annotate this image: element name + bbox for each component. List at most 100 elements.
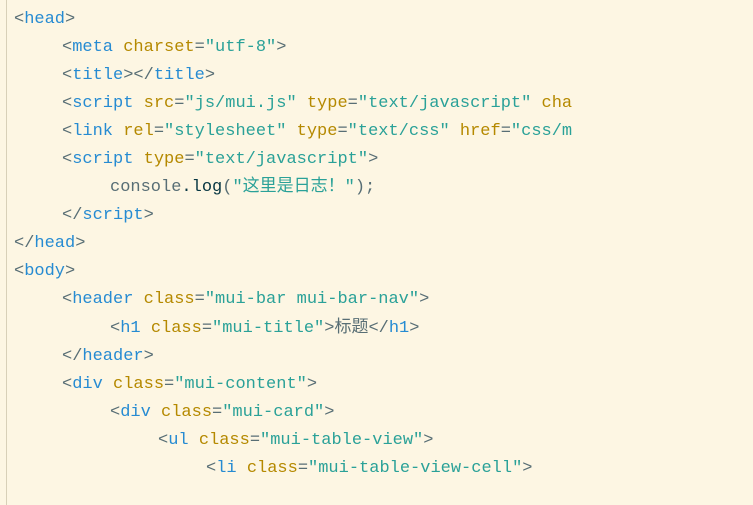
code-token: meta (72, 38, 123, 57)
code-token: > (324, 319, 334, 338)
code-token: > (144, 347, 154, 366)
code-token: rel (123, 122, 154, 141)
code-token: > (423, 431, 433, 450)
code-token: cha (542, 94, 573, 113)
code-token: = (184, 150, 194, 169)
code-token: ); (355, 178, 375, 197)
code-token: < (14, 10, 24, 29)
code-token: < (14, 262, 24, 281)
code-token: > (522, 459, 532, 478)
code-token: = (298, 459, 308, 478)
code-token: </ (14, 234, 34, 253)
code-token: > (144, 206, 154, 225)
code-token: type (144, 150, 185, 169)
code-token: type (297, 122, 338, 141)
code-block: <head><meta charset="utf-8"><title></tit… (0, 6, 753, 483)
code-token: < (62, 66, 72, 85)
code-token: class (144, 290, 195, 309)
code-token (531, 94, 541, 113)
code-token: body (24, 262, 65, 281)
code-token: script (72, 94, 143, 113)
code-token: < (62, 38, 72, 57)
code-token: < (62, 94, 72, 113)
code-token: > (276, 38, 286, 57)
code-token (286, 122, 296, 141)
code-token: = (195, 38, 205, 57)
code-token: script (72, 150, 143, 169)
code-token: < (158, 431, 168, 450)
code-token: head (34, 234, 75, 253)
code-token: > (409, 319, 419, 338)
code-token: "mui-table-view-cell" (308, 459, 522, 478)
code-line: <li class="mui-table-view-cell"> (0, 455, 753, 483)
code-token: header (82, 347, 143, 366)
code-token: "mui-bar mui-bar-nav" (205, 290, 419, 309)
code-token: > (65, 10, 75, 29)
code-token: </ (368, 319, 388, 338)
code-token: > (75, 234, 85, 253)
code-token: </ (62, 206, 82, 225)
code-token: h1 (120, 319, 151, 338)
code-line: <script src="js/mui.js" type="text/javas… (0, 90, 753, 118)
code-token (297, 94, 307, 113)
code-token: < (62, 375, 72, 394)
code-token: = (202, 319, 212, 338)
code-token: 标题 (334, 319, 368, 338)
code-token: type (307, 94, 348, 113)
code-line: <meta charset="utf-8"> (0, 34, 753, 62)
code-token: console (110, 178, 181, 197)
code-token: class (161, 403, 212, 422)
code-token: > (324, 403, 334, 422)
code-token: = (174, 94, 184, 113)
code-token: = (154, 122, 164, 141)
code-token: < (62, 290, 72, 309)
code-token: "mui-content" (174, 375, 307, 394)
code-token: < (206, 459, 216, 478)
code-token: "text/javascript" (358, 94, 531, 113)
code-token: > (419, 290, 429, 309)
code-token: = (501, 122, 511, 141)
code-token: div (72, 375, 113, 394)
code-token: title (72, 66, 123, 85)
code-line: <ul class="mui-table-view"> (0, 427, 753, 455)
code-line: console.log("这里是日志！"); (0, 174, 753, 202)
code-token: "这里是日志！" (232, 178, 354, 197)
code-token: ></ (123, 66, 154, 85)
code-token: "mui-table-view" (260, 431, 423, 450)
code-token: h1 (389, 319, 409, 338)
code-token: "text/css" (348, 122, 450, 141)
code-token: = (250, 431, 260, 450)
code-token: header (72, 290, 143, 309)
code-token: "mui-card" (222, 403, 324, 422)
code-token: > (368, 150, 378, 169)
code-line: </head> (0, 230, 753, 258)
code-token: href (460, 122, 501, 141)
code-token: = (348, 94, 358, 113)
code-token: class (151, 319, 202, 338)
code-token: < (110, 403, 120, 422)
code-token: "stylesheet" (164, 122, 286, 141)
code-token: class (113, 375, 164, 394)
code-token: li (216, 459, 247, 478)
code-token: > (205, 66, 215, 85)
code-token: < (110, 319, 120, 338)
code-line: <script type="text/javascript"> (0, 146, 753, 174)
code-token: log (192, 178, 223, 197)
code-token: > (65, 262, 75, 281)
code-line: <h1 class="mui-title">标题</h1> (0, 315, 753, 343)
code-token: = (337, 122, 347, 141)
code-line: <header class="mui-bar mui-bar-nav"> (0, 286, 753, 314)
code-token: = (164, 375, 174, 394)
code-line: <link rel="stylesheet" type="text/css" h… (0, 118, 753, 146)
code-line: <div class="mui-card"> (0, 399, 753, 427)
code-token: class (199, 431, 250, 450)
code-token: "text/javascript" (195, 150, 368, 169)
code-token: ( (222, 178, 232, 197)
code-token: < (62, 150, 72, 169)
code-token: head (24, 10, 65, 29)
code-line: <title></title> (0, 62, 753, 90)
code-token: title (154, 66, 205, 85)
code-line: </script> (0, 202, 753, 230)
code-token: = (212, 403, 222, 422)
code-token (450, 122, 460, 141)
